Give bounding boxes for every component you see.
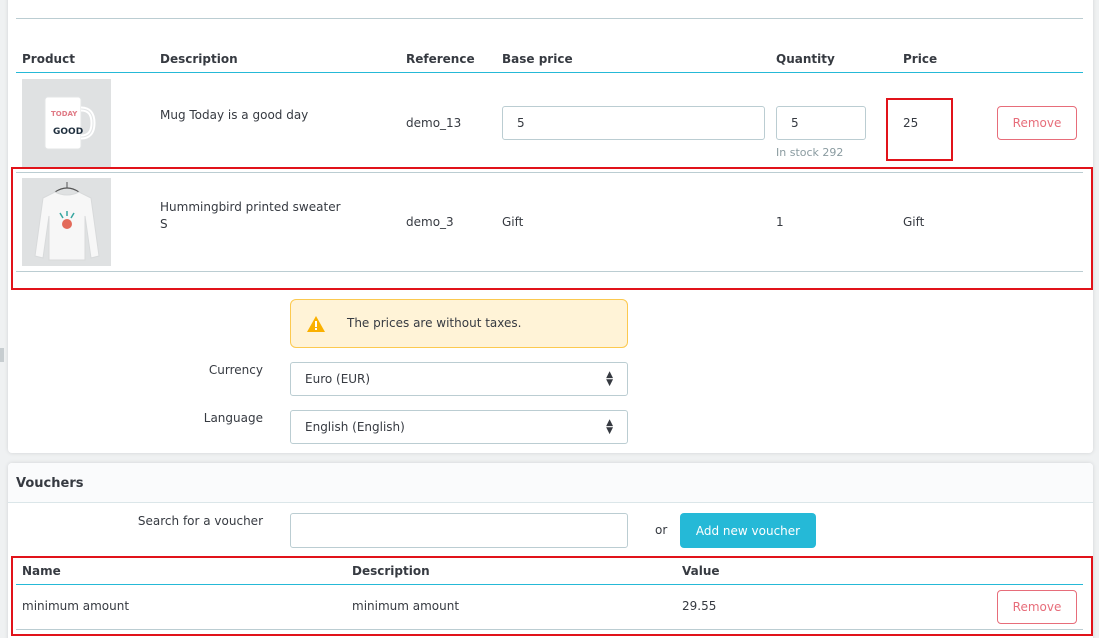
mug-print-today: TODAY	[51, 110, 78, 118]
row1-quantity-value: 5	[791, 116, 799, 130]
warning-icon	[307, 316, 325, 332]
taxes-alert: The prices are without taxes.	[290, 299, 628, 348]
select-arrows-icon: ▲ ▼	[606, 418, 613, 436]
select-arrows-icon: ▲ ▼	[606, 370, 613, 388]
or-text: or	[655, 523, 668, 537]
vouchers-heading: Vouchers	[8, 463, 1093, 503]
language-label: Language	[203, 411, 263, 425]
header-divider	[16, 72, 1083, 73]
language-select[interactable]: English (English) ▲ ▼	[290, 410, 628, 444]
header-price: Price	[903, 52, 938, 66]
vouchers-title: Vouchers	[16, 476, 84, 491]
currency-value: Euro (EUR)	[305, 372, 371, 386]
header-base-price: Base price	[502, 52, 573, 66]
row1-stock: In stock 292	[776, 146, 844, 159]
mug-image	[22, 79, 111, 167]
add-new-voucher-button[interactable]: Add new voucher	[680, 513, 816, 548]
side-panel-toggle[interactable]	[0, 348, 4, 362]
row1-description: Mug Today is a good day	[160, 108, 309, 122]
header-reference: Reference	[406, 52, 475, 66]
row1-base-price-value: 5	[517, 116, 525, 130]
header-product: Product	[22, 52, 75, 66]
row1-reference: demo_13	[406, 116, 462, 130]
currency-label: Currency	[208, 363, 263, 377]
voucher-table-highlight-box	[11, 556, 1093, 636]
currency-select[interactable]: Euro (EUR) ▲ ▼	[290, 362, 628, 396]
row1-quantity-input[interactable]: 5	[776, 106, 866, 140]
voucher-search-label: Search for a voucher	[137, 514, 263, 528]
price-highlight-box	[886, 98, 953, 161]
gift-row-highlight-box	[11, 167, 1093, 290]
language-value: English (English)	[305, 420, 405, 434]
alert-text: The prices are without taxes.	[347, 316, 522, 330]
header-description: Description	[160, 52, 238, 66]
header-quantity: Quantity	[776, 52, 835, 66]
row1-base-price-input[interactable]: 5	[502, 106, 765, 140]
divider	[16, 18, 1083, 19]
mug-print-good: GOOD	[53, 127, 84, 137]
row1-remove-button[interactable]: Remove	[997, 106, 1077, 140]
voucher-search-input[interactable]	[290, 513, 628, 548]
